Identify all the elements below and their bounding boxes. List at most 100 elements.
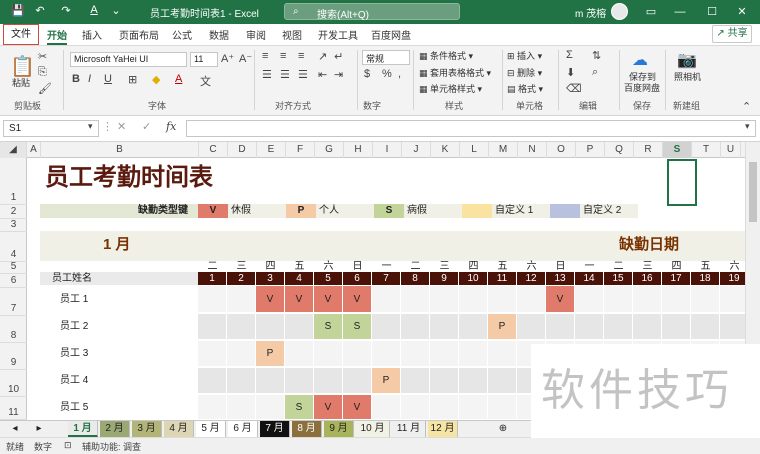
- attendance-cell[interactable]: P: [256, 341, 285, 367]
- col-header-G[interactable]: G: [315, 142, 344, 158]
- attendance-cell[interactable]: S: [343, 314, 372, 340]
- attendance-cell[interactable]: [314, 341, 343, 367]
- tab-developer[interactable]: 开发工具: [318, 27, 358, 42]
- attendance-cell[interactable]: [430, 314, 459, 340]
- attendance-cell[interactable]: [227, 395, 256, 420]
- maximize-icon[interactable]: ☐: [700, 2, 724, 22]
- col-header-N[interactable]: N: [518, 142, 547, 158]
- insert-cells-button[interactable]: ⊞ 插入 ▾: [507, 49, 542, 62]
- redo-icon[interactable]: ↷: [58, 4, 74, 17]
- close-icon[interactable]: ✕: [730, 2, 754, 22]
- col-header-J[interactable]: J: [402, 142, 431, 158]
- tab-data[interactable]: 数据: [209, 27, 229, 42]
- fill-color-icon[interactable]: ◆: [152, 73, 160, 86]
- col-header-S[interactable]: S: [663, 142, 692, 158]
- cell-styles-button[interactable]: ▦ 单元格样式 ▾: [419, 82, 482, 95]
- col-header-A[interactable]: A: [27, 142, 41, 158]
- col-header-M[interactable]: M: [489, 142, 518, 158]
- customize-qat-icon[interactable]: ⌄: [108, 4, 124, 17]
- col-header-U[interactable]: U: [721, 142, 741, 158]
- attendance-cell[interactable]: V: [546, 286, 575, 313]
- tab-insert[interactable]: 插入: [82, 27, 102, 42]
- attendance-cell[interactable]: [314, 368, 343, 394]
- attendance-cell[interactable]: [430, 368, 459, 394]
- attendance-cell[interactable]: [372, 314, 401, 340]
- attendance-cell[interactable]: S: [285, 395, 314, 420]
- sheet-tab-11[interactable]: 11 月: [392, 421, 426, 437]
- row-header-7[interactable]: 7: [0, 288, 27, 316]
- cut-icon[interactable]: ✂: [38, 50, 47, 63]
- attendance-cell[interactable]: P: [372, 368, 401, 394]
- attendance-cell[interactable]: V: [314, 395, 343, 420]
- sheet-tab-12[interactable]: 12 月: [428, 421, 458, 437]
- attendance-cell[interactable]: [198, 341, 227, 367]
- attendance-cell[interactable]: [401, 395, 430, 420]
- italic-icon[interactable]: I: [88, 73, 91, 85]
- autosum-icon[interactable]: Σ: [566, 49, 573, 61]
- col-header-D[interactable]: D: [228, 142, 257, 158]
- sheet-tab-7[interactable]: 7 月: [260, 421, 290, 437]
- attendance-cell[interactable]: [372, 341, 401, 367]
- row-header-4[interactable]: 4: [0, 232, 27, 262]
- expand-formula-icon[interactable]: ▾: [745, 121, 750, 132]
- col-header-E[interactable]: E: [257, 142, 286, 158]
- scrollbar-thumb[interactable]: [749, 162, 757, 222]
- attendance-cell[interactable]: [227, 368, 256, 394]
- conditional-formatting-button[interactable]: ▦ 条件格式 ▾: [419, 49, 473, 62]
- undo-icon[interactable]: ↶: [32, 4, 48, 17]
- baidu-cloud-icon[interactable]: ☁: [632, 50, 648, 70]
- row-header-3[interactable]: 3: [0, 219, 27, 232]
- align-top-icon[interactable]: ≡: [262, 50, 268, 62]
- col-header-T[interactable]: T: [692, 142, 721, 158]
- find-select-icon[interactable]: ⌕: [592, 66, 598, 79]
- attendance-cell[interactable]: [459, 341, 488, 367]
- attendance-cell[interactable]: [285, 314, 314, 340]
- align-right-icon[interactable]: ☰: [298, 68, 308, 81]
- attendance-cell[interactable]: V: [256, 286, 285, 313]
- font-color-quick-icon[interactable]: A: [86, 4, 102, 16]
- row-header-8[interactable]: 8: [0, 316, 27, 343]
- tab-baidu-pan[interactable]: 百度网盘: [371, 27, 411, 42]
- baidu-pan-label[interactable]: 百度网盘: [624, 81, 660, 94]
- user-name[interactable]: m 茂榕: [575, 5, 606, 20]
- percent-icon[interactable]: %: [382, 68, 392, 80]
- comma-icon[interactable]: ,: [398, 68, 401, 80]
- status-macro-icon[interactable]: ⊡: [64, 440, 72, 451]
- align-center-icon[interactable]: ☰: [280, 68, 290, 81]
- indent-icon[interactable]: ⇤: [318, 68, 327, 81]
- attendance-cell[interactable]: [285, 341, 314, 367]
- attendance-cell[interactable]: [198, 286, 227, 313]
- tab-page-layout[interactable]: 页面布局: [119, 27, 159, 42]
- sheet-tab-1[interactable]: 1 月: [68, 421, 98, 437]
- attendance-cell[interactable]: [720, 286, 745, 313]
- search-box[interactable]: ⌕ 搜索(Alt+Q): [284, 3, 460, 21]
- attendance-cell[interactable]: S: [314, 314, 343, 340]
- align-middle-icon[interactable]: ≡: [280, 50, 286, 62]
- attendance-cell[interactable]: [517, 286, 546, 313]
- attendance-cell[interactable]: [198, 314, 227, 340]
- attendance-cell[interactable]: [633, 314, 662, 340]
- attendance-cell[interactable]: [227, 314, 256, 340]
- font-color-icon[interactable]: A: [175, 73, 182, 85]
- col-header-Q[interactable]: Q: [605, 142, 634, 158]
- delete-cells-button[interactable]: ⊟ 删除 ▾: [507, 66, 542, 79]
- add-sheet-icon[interactable]: ⊕: [496, 421, 510, 437]
- merge-icon[interactable]: ⇥: [334, 68, 343, 81]
- camera-icon[interactable]: 📷: [677, 50, 697, 70]
- tab-formulas[interactable]: 公式: [172, 27, 192, 42]
- attendance-cell[interactable]: V: [343, 395, 372, 420]
- attendance-cell[interactable]: [459, 368, 488, 394]
- attendance-cell[interactable]: [256, 395, 285, 420]
- col-header-C[interactable]: C: [199, 142, 228, 158]
- tab-view[interactable]: 视图: [282, 27, 302, 42]
- next-sheet-icon[interactable]: ▸: [30, 421, 48, 437]
- attendance-cell[interactable]: [227, 286, 256, 313]
- wrap-text-icon[interactable]: ↵: [334, 50, 343, 63]
- attendance-cell[interactable]: [430, 286, 459, 313]
- insert-function-icon[interactable]: fx: [166, 120, 176, 133]
- row-header-5[interactable]: 5: [0, 262, 27, 274]
- paste-label[interactable]: 粘贴: [12, 76, 30, 89]
- clear-icon[interactable]: ⌫: [566, 82, 582, 95]
- attendance-cell[interactable]: [720, 314, 745, 340]
- attendance-cell[interactable]: V: [343, 286, 372, 313]
